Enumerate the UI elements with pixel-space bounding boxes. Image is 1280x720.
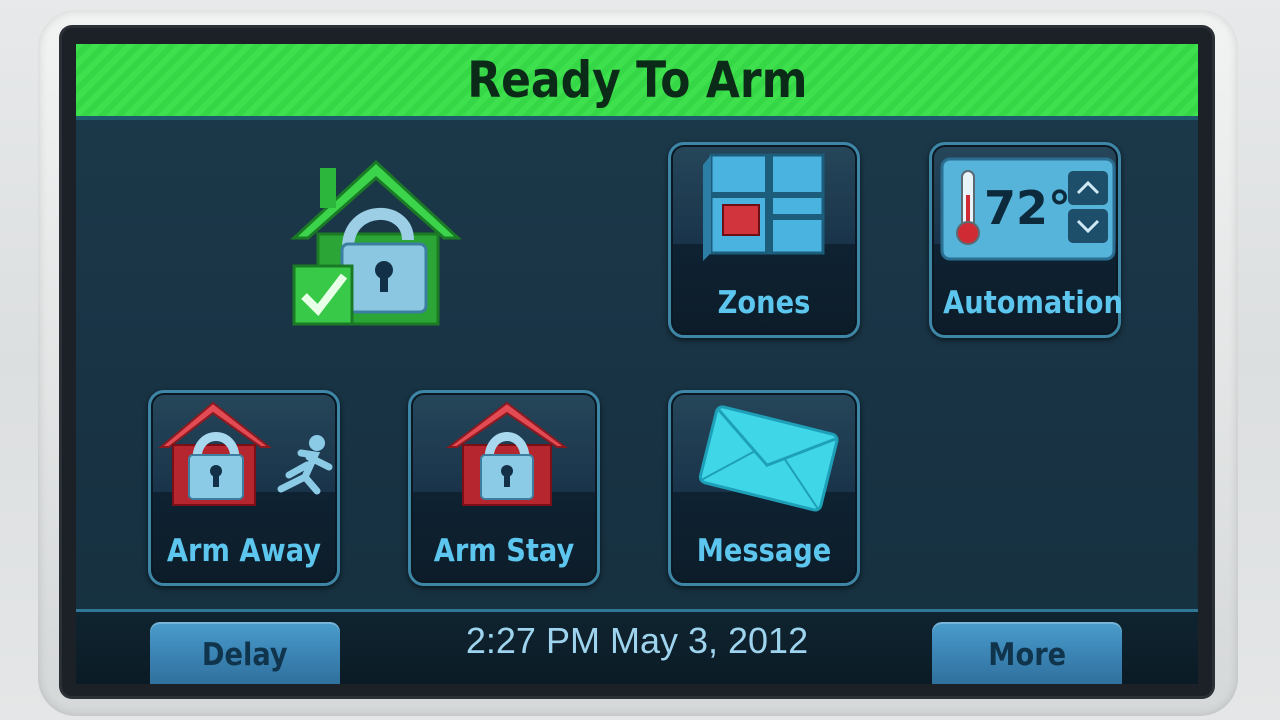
arm-stay-label: Arm Stay <box>433 533 575 569</box>
message-label: Message <box>696 533 832 569</box>
house-unlocked-check-icon <box>284 156 464 336</box>
delay-button[interactable]: Delay <box>150 622 340 684</box>
status-title: Ready To Arm <box>466 51 808 109</box>
date-time: 2:27 PM May 3, 2012 <box>465 620 809 661</box>
more-label: More <box>988 636 1066 673</box>
temperature-readout: 72° <box>984 181 1072 235</box>
arm-stay-button[interactable]: Arm Stay <box>408 390 600 586</box>
zones-button[interactable]: Zones <box>668 142 860 338</box>
delay-label: Delay <box>202 636 288 673</box>
bottom-bar: Delay 2:27 PM May 3, 2012 More <box>76 609 1198 684</box>
arm-away-button[interactable]: Arm Away <box>148 390 340 586</box>
automation-label: Automation <box>943 285 1123 321</box>
message-button[interactable]: Message <box>668 390 860 586</box>
automation-button[interactable]: 72° Automation <box>929 142 1123 338</box>
arm-away-label: Arm Away <box>166 533 322 569</box>
status-bar: Ready To Arm <box>76 44 1198 120</box>
zones-label: Zones <box>717 285 811 321</box>
display: Ready To Arm Zones 72° Automation Arm Aw… <box>76 44 1198 684</box>
more-button[interactable]: More <box>932 622 1122 684</box>
